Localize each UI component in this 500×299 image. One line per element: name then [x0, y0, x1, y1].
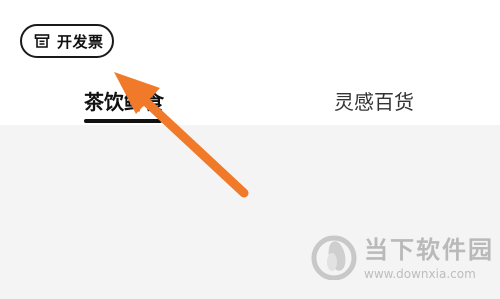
watermark-text: 当下软件园 www.downxia.com: [364, 230, 494, 281]
watermark-logo-icon: [310, 232, 358, 280]
watermark-brand: 当下软件园: [364, 236, 494, 264]
annotation-arrow: [114, 72, 249, 198]
watermark-url: www.downxia.com: [364, 267, 476, 281]
watermark: 当下软件园 www.downxia.com: [310, 230, 494, 281]
